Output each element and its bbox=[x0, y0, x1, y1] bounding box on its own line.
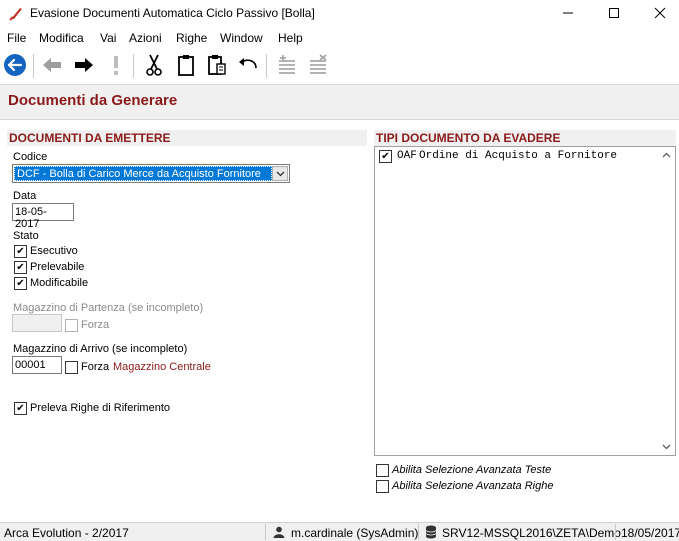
status-app: Arca Evolution - 2/2017 bbox=[4, 526, 129, 540]
undo-icon bbox=[239, 58, 257, 69]
insert-row-button[interactable] bbox=[273, 51, 301, 79]
arrow-right-icon bbox=[75, 58, 93, 72]
menu-vai[interactable]: Vai bbox=[100, 31, 116, 45]
minimize-button[interactable] bbox=[545, 0, 591, 26]
mag-partenza-field[interactable] bbox=[12, 314, 62, 332]
tipi-documento-list[interactable]: ✔ OAF Ordine di Acquisto a Fornitore bbox=[374, 146, 676, 456]
chevron-up-icon[interactable] bbox=[662, 152, 671, 158]
minimize-icon bbox=[563, 12, 573, 14]
abilita-teste-label: Abilita Selezione Avanzata Teste bbox=[392, 464, 552, 476]
toolbar-separator bbox=[33, 54, 34, 78]
list-item-description: Ordine di Acquisto a Fornitore bbox=[419, 150, 618, 162]
toolbar bbox=[0, 50, 679, 82]
execute-button[interactable] bbox=[102, 51, 130, 79]
menu-righe[interactable]: Righe bbox=[176, 31, 207, 45]
status-separator bbox=[265, 524, 266, 540]
abilita-teste-checkbox[interactable] bbox=[376, 464, 389, 477]
menu-bar: File Modifica Vai Azioni Righe Window He… bbox=[0, 28, 679, 48]
copy-button[interactable] bbox=[172, 51, 200, 79]
modificabile-checkbox[interactable]: ✔ bbox=[14, 277, 27, 290]
close-icon bbox=[654, 7, 666, 19]
window-title: Evasione Documenti Automatica Ciclo Pass… bbox=[30, 6, 315, 20]
menu-help[interactable]: Help bbox=[278, 31, 303, 45]
title-bar: Evasione Documenti Automatica Ciclo Pass… bbox=[0, 0, 679, 26]
chevron-down-icon bbox=[276, 171, 284, 176]
codice-label: Codice bbox=[13, 151, 48, 163]
back-button[interactable] bbox=[1, 51, 29, 79]
app-icon bbox=[9, 8, 22, 21]
back-circle-icon bbox=[4, 54, 26, 76]
arrow-left-icon bbox=[43, 58, 61, 72]
next-button[interactable] bbox=[70, 51, 98, 79]
prelevabile-checkbox[interactable]: ✔ bbox=[14, 261, 27, 274]
status-database: SRV12-MSSQL2016\ZETA\Demo bbox=[442, 526, 621, 540]
paste-button[interactable] bbox=[203, 51, 231, 79]
abilita-righe-label: Abilita Selezione Avanzata Righe bbox=[392, 480, 554, 492]
list-scrollbar[interactable] bbox=[658, 147, 675, 455]
user-icon bbox=[273, 526, 285, 538]
prelevabile-label: Prelevabile bbox=[30, 261, 85, 273]
toolbar-separator bbox=[266, 54, 267, 78]
toolbar-separator bbox=[133, 54, 134, 78]
codice-combo[interactable]: DCF - Bolla di Carico Merce da Acquisto … bbox=[12, 164, 290, 183]
oaf-checkbox[interactable]: ✔ bbox=[379, 150, 392, 163]
forza-arrivo-checkbox[interactable] bbox=[65, 361, 78, 374]
codice-dropdown-button[interactable] bbox=[272, 166, 288, 181]
stato-label: Stato bbox=[13, 230, 39, 242]
paste-icon bbox=[208, 55, 226, 75]
clipboard-icon bbox=[178, 55, 194, 76]
insert-row-icon bbox=[279, 55, 295, 74]
maximize-icon bbox=[609, 8, 619, 18]
documenti-emettere-header: DOCUMENTI DA EMETTERE bbox=[7, 130, 367, 146]
esecutivo-label: Esecutivo bbox=[30, 245, 78, 257]
forza-partenza-checkbox[interactable] bbox=[65, 319, 78, 332]
cut-button[interactable] bbox=[140, 51, 168, 79]
list-item-code: OAF bbox=[397, 150, 417, 162]
delete-row-button[interactable] bbox=[304, 51, 332, 79]
page-title: Documenti da Generare bbox=[8, 92, 178, 109]
mag-partenza-label: Magazzino di Partenza (se incompleto) bbox=[13, 302, 204, 314]
abilita-righe-checkbox[interactable] bbox=[376, 480, 389, 493]
list-item[interactable]: ✔ OAF Ordine di Acquisto a Fornitore bbox=[377, 149, 657, 163]
esecutivo-checkbox[interactable]: ✔ bbox=[14, 245, 27, 258]
menu-azioni[interactable]: Azioni bbox=[129, 31, 162, 45]
exclamation-icon bbox=[114, 56, 118, 75]
tipi-documento-header: TIPI DOCUMENTO DA EVADERE bbox=[374, 130, 676, 146]
close-button[interactable] bbox=[637, 0, 679, 26]
mag-arrivo-label: Magazzino di Arrivo (se incompleto) bbox=[13, 343, 188, 355]
forza-partenza-label: Forza bbox=[81, 319, 110, 331]
menu-file[interactable]: File bbox=[7, 31, 26, 45]
mag-arrivo-name: Magazzino Centrale bbox=[113, 361, 211, 373]
status-separator bbox=[615, 524, 616, 540]
codice-selected-value: DCF - Bolla di Carico Merce da Acquisto … bbox=[14, 166, 272, 181]
maximize-button[interactable] bbox=[591, 0, 637, 26]
data-field[interactable]: 18-05-2017 bbox=[12, 203, 74, 230]
page-header: Documenti da Generare bbox=[0, 84, 679, 120]
chevron-down-icon[interactable] bbox=[662, 444, 671, 450]
mag-arrivo-field[interactable]: 00001 bbox=[12, 356, 62, 374]
status-date: 18/05/2017 bbox=[621, 526, 679, 540]
status-user: m.cardinale (SysAdmin) bbox=[291, 526, 419, 540]
menu-modifica[interactable]: Modifica bbox=[39, 31, 84, 45]
modificabile-label: Modificabile bbox=[30, 277, 89, 289]
status-separator bbox=[418, 524, 419, 540]
preleva-righe-checkbox[interactable]: ✔ bbox=[14, 402, 27, 415]
data-label: Data bbox=[13, 190, 37, 202]
database-icon bbox=[425, 525, 437, 539]
prev-button[interactable] bbox=[38, 51, 66, 79]
delete-row-icon bbox=[310, 54, 327, 74]
cut-icon bbox=[146, 54, 162, 76]
menu-window[interactable]: Window bbox=[220, 31, 263, 45]
status-bar: Arca Evolution - 2/2017 m.cardinale (Sys… bbox=[0, 522, 679, 541]
preleva-righe-label: Preleva Righe di Riferimento bbox=[30, 402, 171, 414]
forza-arrivo-label: Forza bbox=[81, 361, 110, 373]
undo-button[interactable] bbox=[234, 51, 262, 79]
